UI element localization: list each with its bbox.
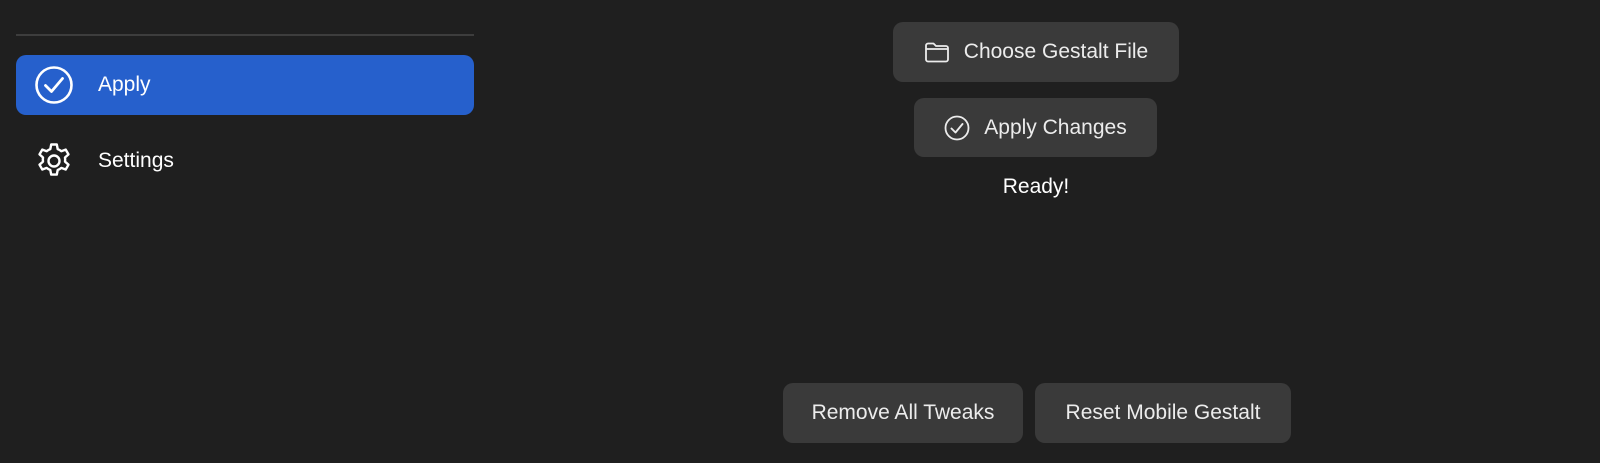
sidebar-item-label: Apply: [98, 73, 151, 96]
choose-gestalt-file-button[interactable]: Choose Gestalt File: [893, 22, 1179, 82]
sidebar-item-label: Settings: [98, 149, 174, 172]
sidebar: Apply Settings: [0, 0, 490, 463]
remove-all-tweaks-button[interactable]: Remove All Tweaks: [783, 383, 1023, 443]
app-window: Apply Settings Choose Gestalt File Apply…: [0, 0, 1600, 463]
checkmark-circle-icon: [944, 115, 970, 141]
gear-icon: [34, 141, 74, 181]
apply-changes-button[interactable]: Apply Changes: [914, 98, 1157, 157]
sidebar-item-apply[interactable]: Apply: [16, 55, 474, 115]
folder-icon: [924, 41, 950, 63]
sidebar-divider: [16, 34, 474, 36]
reset-mobile-gestalt-button[interactable]: Reset Mobile Gestalt: [1035, 383, 1291, 443]
status-text: Ready!: [1002, 175, 1070, 198]
apply-changes-label: Apply Changes: [984, 115, 1127, 139]
checkmark-circle-icon: [34, 65, 74, 105]
sidebar-item-settings[interactable]: Settings: [16, 131, 474, 191]
choose-gestalt-file-label: Choose Gestalt File: [963, 40, 1149, 63]
